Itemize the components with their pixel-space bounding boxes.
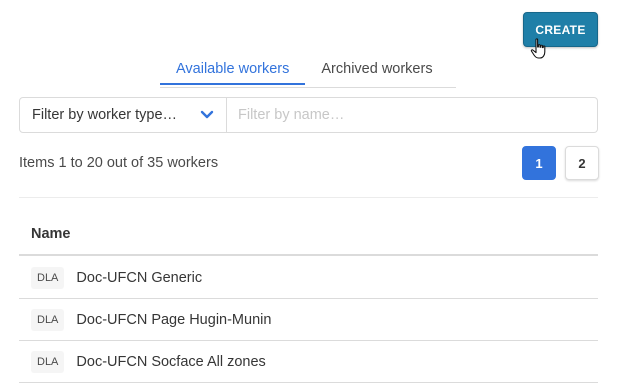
column-header-name: Name xyxy=(31,226,71,242)
name-filter-input[interactable] xyxy=(227,97,598,133)
workers-page: CREATE Available workers Archived worker… xyxy=(0,0,618,388)
page-1-button[interactable]: 1 xyxy=(522,146,556,180)
page-2-button[interactable]: 2 xyxy=(565,146,599,180)
section-divider xyxy=(19,197,598,198)
filter-bar: Filter by worker type… xyxy=(19,97,598,133)
worker-name[interactable]: Doc-UFCN Generic xyxy=(76,270,202,286)
worker-tabs: Available workers Archived workers xyxy=(160,54,449,87)
worker-type-tag: DLA xyxy=(31,266,65,289)
worker-type-tag: DLA xyxy=(31,350,65,373)
chevron-down-icon xyxy=(200,110,214,119)
worker-name[interactable]: Doc-UFCN Socface All zones xyxy=(76,354,265,370)
worker-type-tag: DLA xyxy=(31,308,65,331)
worker-name[interactable]: Doc-UFCN Page Hugin-Munin xyxy=(76,312,271,328)
tab-archived-workers[interactable]: Archived workers xyxy=(305,54,448,85)
table-row[interactable]: DLA Doc-UFCN Generic xyxy=(19,257,598,299)
hand-pointer-icon xyxy=(530,38,546,59)
tabs-divider xyxy=(160,87,456,88)
worker-type-select-value: Filter by worker type… xyxy=(32,107,178,123)
table-row[interactable]: DLA Doc-UFCN Socface All zones xyxy=(19,341,598,383)
table-row[interactable]: DLA Doc-UFCN Page Hugin-Munin xyxy=(19,299,598,341)
table-header: Name xyxy=(19,214,598,256)
tab-available-workers[interactable]: Available workers xyxy=(160,54,306,85)
pagination: 1 2 xyxy=(522,146,599,180)
worker-type-select[interactable]: Filter by worker type… xyxy=(19,97,227,133)
items-count-text: Items 1 to 20 out of 35 workers xyxy=(19,155,219,171)
